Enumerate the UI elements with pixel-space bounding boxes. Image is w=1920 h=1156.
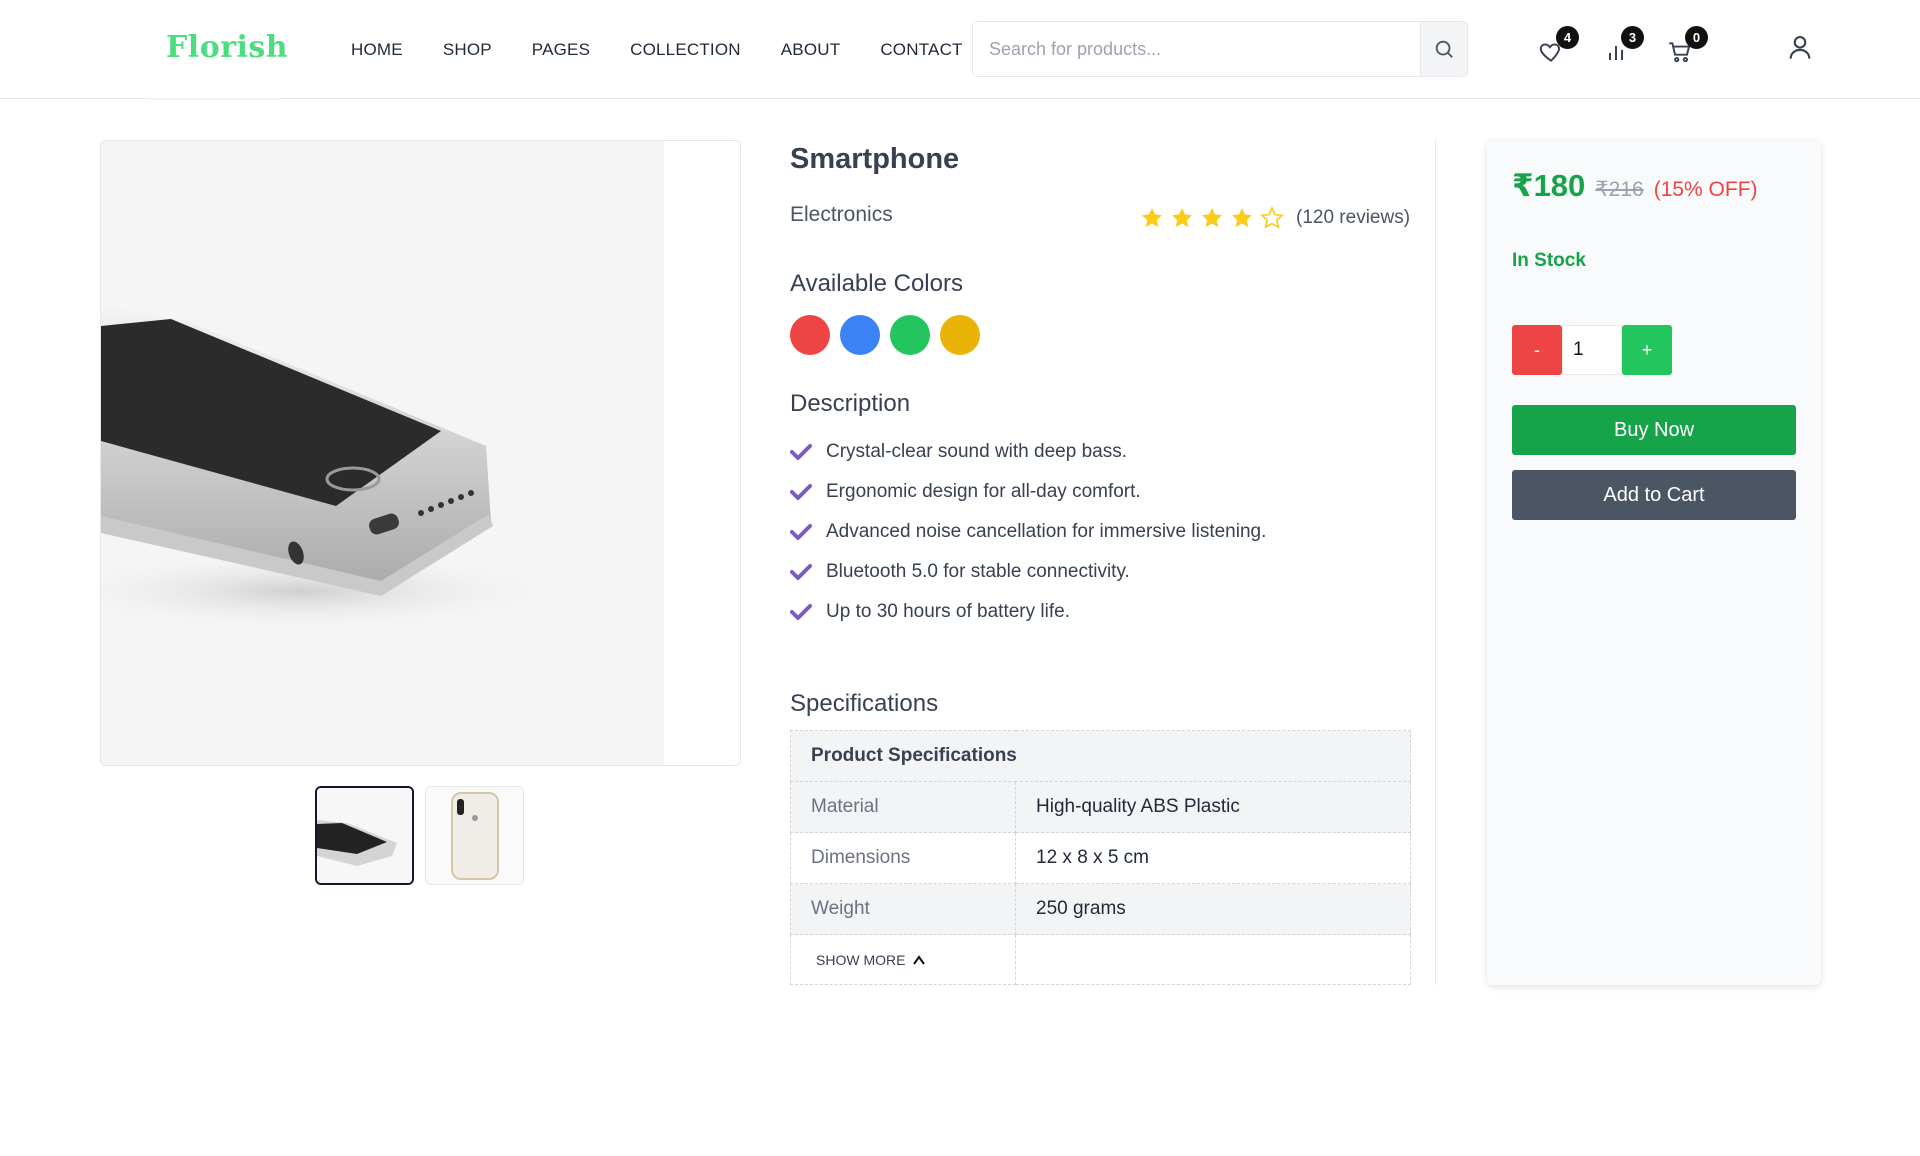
search-icon	[1435, 40, 1453, 58]
table-row: Material High-quality ABS Plastic	[790, 781, 1411, 833]
purchase-card: ₹180 ₹216 (15% OFF) In Stock - + Buy Now…	[1487, 140, 1821, 985]
check-icon	[790, 444, 812, 460]
thumbnail-smartphone-back	[426, 787, 523, 884]
star-filled-icon	[1232, 208, 1252, 228]
feature-text: Bluetooth 5.0 for stable connectivity.	[826, 561, 1130, 582]
quantity-stepper: - +	[1512, 325, 1672, 375]
star-outline-icon	[1260, 206, 1284, 229]
show-more-spacer	[1015, 934, 1411, 985]
product-title: Smartphone	[790, 143, 960, 175]
buy-now-button[interactable]: Buy Now	[1512, 405, 1796, 455]
wishlist-badge: 4	[1556, 26, 1579, 49]
check-icon	[790, 604, 812, 620]
color-swatch-yellow[interactable]	[940, 315, 980, 355]
price-row: ₹180 ₹216 (15% OFF)	[1512, 168, 1758, 204]
main-nav: HOME SHOP PAGES COLLECTION ABOUT CONTACT	[351, 0, 963, 99]
list-item: Bluetooth 5.0 for stable connectivity.	[790, 552, 1266, 592]
feature-text: Crystal-clear sound with deep bass.	[826, 441, 1127, 462]
show-more-label: SHOW MORE	[816, 951, 906, 968]
nav-about[interactable]: ABOUT	[781, 40, 841, 60]
feature-text: Ergonomic design for all-day comfort.	[826, 481, 1141, 502]
stock-status: In Stock	[1512, 250, 1586, 271]
compare-badge: 3	[1621, 26, 1644, 49]
site-header: Florish HOME SHOP PAGES COLLECTION ABOUT…	[0, 0, 1920, 100]
logo-underline	[150, 98, 280, 100]
spec-value: 12 x 8 x 5 cm	[1015, 832, 1411, 884]
list-item: Crystal-clear sound with deep bass.	[790, 432, 1266, 472]
show-more-row: SHOW MORE	[790, 934, 1411, 985]
account-button[interactable]	[1786, 33, 1814, 61]
table-header: Product Specifications	[790, 730, 1411, 782]
product-rating: (120 reviews)	[1140, 206, 1410, 230]
main-product-image[interactable]	[100, 140, 741, 766]
specifications-table: Product Specifications Material High-qua…	[790, 730, 1411, 985]
cart-badge: 0	[1685, 26, 1708, 49]
feature-list: Crystal-clear sound with deep bass. Ergo…	[790, 432, 1266, 632]
feature-text: Advanced noise cancellation for immersiv…	[826, 521, 1267, 542]
show-more-button[interactable]: SHOW MORE	[790, 934, 1016, 985]
nav-pages[interactable]: PAGES	[532, 40, 590, 60]
compare-button[interactable]: 3	[1602, 26, 1644, 66]
spec-value: 250 grams	[1015, 883, 1411, 935]
feature-text: Up to 30 hours of battery life.	[826, 601, 1070, 622]
spec-key: Dimensions	[790, 832, 1016, 884]
table-row: Weight 250 grams	[790, 883, 1411, 935]
check-icon	[790, 524, 812, 540]
quantity-input[interactable]	[1562, 325, 1622, 375]
nav-shop[interactable]: SHOP	[443, 40, 492, 60]
sale-price: ₹180	[1512, 168, 1586, 203]
color-swatch-red[interactable]	[790, 315, 830, 355]
thumbnail-1[interactable]	[315, 786, 414, 885]
search-input[interactable]	[973, 22, 1420, 76]
wishlist-button[interactable]: 4	[1537, 26, 1579, 66]
product-category: Electronics	[790, 203, 893, 226]
smartphone-photo	[101, 141, 664, 765]
star-filled-icon	[1202, 208, 1222, 228]
list-item: Ergonomic design for all-day comfort.	[790, 472, 1266, 512]
color-options	[790, 315, 980, 355]
increase-quantity-button[interactable]: +	[1622, 325, 1672, 375]
color-swatch-green[interactable]	[890, 315, 930, 355]
user-icon	[1789, 36, 1811, 59]
table-row: Dimensions 12 x 8 x 5 cm	[790, 832, 1411, 884]
chevron-up-icon	[913, 954, 926, 965]
nav-contact[interactable]: CONTACT	[880, 40, 962, 60]
color-swatch-blue[interactable]	[840, 315, 880, 355]
logo[interactable]: Florish	[166, 30, 288, 65]
search-bar	[972, 21, 1468, 77]
cart-button[interactable]: 0	[1666, 26, 1708, 66]
nav-collection[interactable]: COLLECTION	[630, 40, 741, 60]
original-price: ₹216	[1595, 178, 1644, 201]
star-filled-icon	[1172, 208, 1192, 228]
thumbnail-smartphone-side	[317, 788, 412, 883]
star-filled-icon	[1142, 208, 1162, 228]
spec-value: High-quality ABS Plastic	[1015, 781, 1411, 833]
discount-label: (15% OFF)	[1653, 178, 1758, 201]
specifications-heading: Specifications	[790, 690, 939, 717]
list-item: Advanced noise cancellation for immersiv…	[790, 512, 1266, 552]
decrease-quantity-button[interactable]: -	[1512, 325, 1562, 375]
table-header-row: Product Specifications	[790, 730, 1411, 782]
spec-key: Weight	[790, 883, 1016, 935]
check-icon	[790, 564, 812, 580]
list-item: Up to 30 hours of battery life.	[790, 592, 1266, 632]
description-heading: Description	[790, 390, 911, 417]
review-count[interactable]: (120 reviews)	[1296, 207, 1410, 229]
column-divider	[1435, 140, 1436, 985]
add-to-cart-button[interactable]: Add to Cart	[1512, 470, 1796, 520]
colors-heading: Available Colors	[790, 270, 963, 297]
spec-key: Material	[790, 781, 1016, 833]
search-button[interactable]	[1420, 22, 1467, 76]
check-icon	[790, 484, 812, 500]
nav-home[interactable]: HOME	[351, 40, 403, 60]
thumbnail-2[interactable]	[425, 786, 524, 885]
